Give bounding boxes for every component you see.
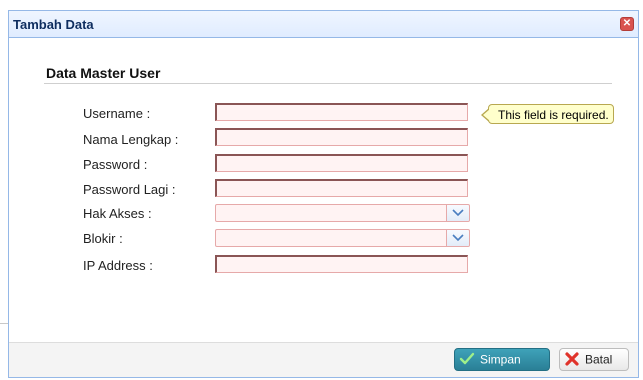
access-rights-dropdown-button[interactable]	[446, 205, 469, 221]
chevron-down-icon	[452, 234, 464, 242]
ip-address-field[interactable]	[215, 255, 468, 273]
validation-message: This field is required.	[498, 108, 609, 122]
ip-address-label: IP Address :	[83, 258, 153, 273]
username-label: Username :	[83, 106, 151, 121]
section-title: Data Master User	[46, 65, 161, 81]
section-divider	[44, 83, 612, 84]
dialog-title: Tambah Data	[13, 17, 94, 32]
full-name-label: Nama Lengkap :	[83, 132, 179, 147]
password-field[interactable]	[215, 154, 468, 172]
save-button-label: Simpan	[480, 352, 521, 367]
blocked-label: Blokir :	[83, 231, 123, 246]
blocked-dropdown-button[interactable]	[446, 230, 469, 246]
password-confirm-label: Password Lagi :	[83, 182, 176, 197]
tooltip-pointer-fill	[483, 109, 490, 121]
blocked-select[interactable]	[215, 229, 470, 247]
save-button[interactable]: Simpan	[454, 348, 550, 371]
close-icon[interactable]: ✕	[620, 17, 634, 31]
validation-tooltip: This field is required.	[481, 104, 614, 124]
background-divider	[0, 323, 8, 324]
username-field[interactable]	[215, 103, 468, 121]
ip-address-input[interactable]	[217, 257, 467, 273]
password-input[interactable]	[217, 156, 467, 172]
dialog-titlebar[interactable]: Tambah Data ✕	[9, 11, 638, 38]
add-data-dialog: Tambah Data ✕ Data Master User Username …	[8, 10, 639, 378]
access-rights-select[interactable]	[215, 204, 470, 222]
username-input[interactable]	[217, 105, 467, 121]
password-confirm-field[interactable]	[215, 179, 468, 197]
full-name-input[interactable]	[217, 130, 467, 146]
access-rights-label: Hak Akses :	[83, 206, 152, 221]
cancel-button[interactable]: Batal	[559, 348, 629, 371]
dialog-footer: Simpan Batal	[9, 342, 638, 377]
full-name-field[interactable]	[215, 128, 468, 146]
password-confirm-input[interactable]	[217, 181, 467, 197]
chevron-down-icon	[452, 209, 464, 217]
x-icon	[565, 352, 579, 366]
cancel-button-label: Batal	[585, 352, 613, 367]
check-icon	[459, 352, 475, 365]
password-label: Password :	[83, 157, 148, 172]
